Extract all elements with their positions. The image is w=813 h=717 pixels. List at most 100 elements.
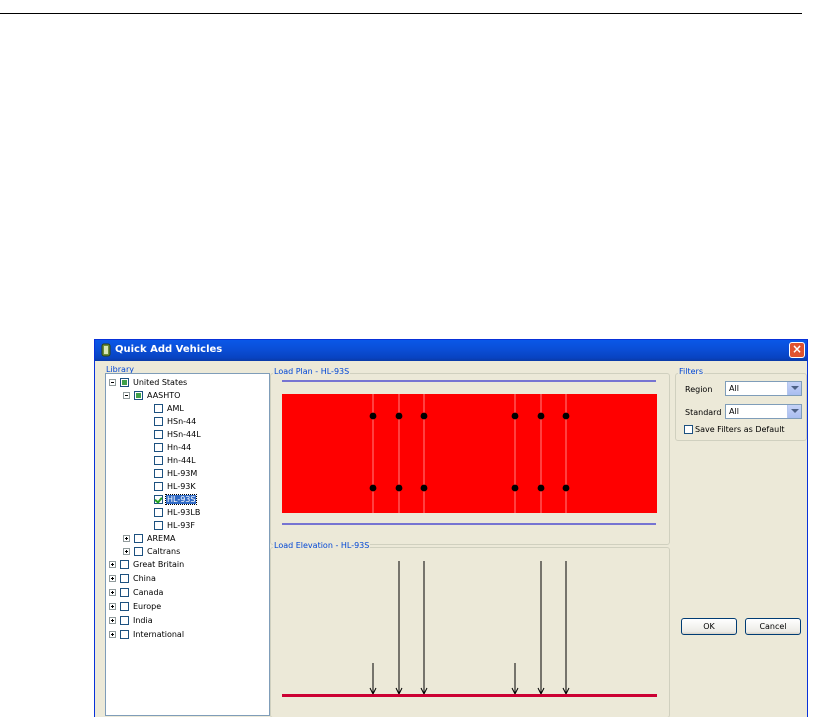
region-select[interactable]: All: [725, 381, 802, 396]
tree-item-checkbox[interactable]: [154, 455, 163, 465]
tree-item[interactable]: China: [109, 572, 157, 584]
tree-item-checkbox[interactable]: [154, 520, 163, 530]
load-plan-diagram: [282, 380, 657, 525]
expand-plus-icon[interactable]: [109, 588, 116, 596]
collapse-minus-icon[interactable]: [123, 391, 130, 399]
tree-item-label: HSn-44L: [167, 429, 201, 439]
cancel-button[interactable]: Cancel: [745, 618, 801, 635]
wheel-dot: [420, 484, 428, 492]
tree-item-label: Hn-44: [167, 442, 192, 452]
load-elevation-diagram: [282, 561, 657, 697]
tree-item-checkbox[interactable]: [134, 546, 143, 556]
wheel-dot: [395, 412, 403, 420]
wheel-dot: [511, 484, 519, 492]
title-bar[interactable]: Quick Add Vehicles ×: [95, 340, 807, 361]
tree-item[interactable]: AASHTO: [123, 389, 181, 401]
tree-item[interactable]: Hn-44L: [154, 454, 197, 466]
tree-item[interactable]: AREMA: [123, 532, 176, 544]
tree-item-checkbox[interactable]: [120, 573, 129, 583]
tree-item-label: HSn-44: [167, 416, 197, 426]
tree-item-label: HL-93S: [164, 493, 198, 505]
expand-plus-icon[interactable]: [109, 560, 116, 568]
tree-item-label: United States: [133, 377, 188, 387]
quick-add-vehicles-dialog: Quick Add Vehicles × Library United Stat…: [94, 339, 808, 717]
save-filters-default-option[interactable]: Save Filters as Default: [684, 425, 785, 434]
tree-item[interactable]: HSn-44L: [154, 428, 202, 440]
tree-item-label: Canada: [133, 587, 164, 597]
app-icon: [101, 343, 111, 357]
standard-select-value: All: [729, 407, 739, 416]
tree-item[interactable]: Europe: [109, 600, 162, 612]
tree-item-checkbox[interactable]: [120, 559, 129, 569]
save-filters-default-checkbox[interactable]: [684, 425, 693, 434]
tree-item-label: China: [133, 573, 156, 583]
tree-item-label: HL-93F: [167, 520, 195, 530]
region-select-value: All: [729, 384, 739, 393]
ground-line: [282, 694, 657, 697]
tree-item-checkbox[interactable]: [154, 494, 163, 504]
tree-item-checkbox[interactable]: [120, 615, 129, 625]
wheel-dot: [369, 412, 377, 420]
standard-label: Standard: [685, 408, 722, 417]
wheel-dot: [395, 484, 403, 492]
tree-item-checkbox[interactable]: [120, 377, 129, 387]
tree-item-checkbox[interactable]: [154, 403, 163, 413]
tree-item-checkbox[interactable]: [154, 507, 163, 517]
tree-item[interactable]: HSn-44: [154, 415, 197, 427]
tree-item[interactable]: United States: [109, 376, 188, 388]
tree-item-label: Caltrans: [147, 546, 181, 556]
expand-plus-icon[interactable]: [123, 534, 130, 542]
tree-item[interactable]: HL-93LB: [154, 506, 201, 518]
tree-item-checkbox[interactable]: [134, 533, 143, 543]
expand-plus-icon[interactable]: [109, 602, 116, 610]
window-title: Quick Add Vehicles: [115, 344, 223, 355]
tree-item[interactable]: HL-93F: [154, 519, 196, 531]
tree-item[interactable]: Hn-44: [154, 441, 192, 453]
tree-item-checkbox[interactable]: [134, 390, 143, 400]
tree-item-label: AASHTO: [147, 390, 181, 400]
tree-item-checkbox[interactable]: [154, 481, 163, 491]
tree-item[interactable]: Canada: [109, 586, 164, 598]
tree-item-checkbox[interactable]: [154, 468, 163, 478]
save-filters-default-label: Save Filters as Default: [695, 425, 785, 434]
wheel-dot: [511, 412, 519, 420]
region-dropdown-button[interactable]: [787, 382, 801, 395]
wheel-dot: [562, 484, 570, 492]
collapse-minus-icon[interactable]: [109, 378, 116, 386]
tree-item-checkbox[interactable]: [120, 587, 129, 597]
tree-item-label: AREMA: [147, 533, 176, 543]
ok-button[interactable]: OK: [681, 618, 737, 635]
tree-item[interactable]: International: [109, 628, 185, 640]
close-button[interactable]: ×: [789, 342, 805, 358]
tree-item[interactable]: HL-93S: [154, 493, 198, 505]
tree-item-checkbox[interactable]: [154, 429, 163, 439]
tree-item[interactable]: Great Britain: [109, 558, 185, 570]
wheel-dot: [537, 412, 545, 420]
tree-item-checkbox[interactable]: [154, 442, 163, 452]
expand-plus-icon[interactable]: [123, 547, 130, 555]
tree-item[interactable]: HL-93K: [154, 480, 197, 492]
deck-area: [282, 394, 657, 513]
tree-item-checkbox[interactable]: [120, 601, 129, 611]
standard-select[interactable]: All: [725, 404, 802, 419]
tree-item[interactable]: Caltrans: [123, 545, 181, 557]
library-tree[interactable]: United States AASHTO AML HSn-44 HSn-44L Hn-44…: [105, 373, 270, 716]
page-top-rule: [0, 13, 802, 14]
tree-item-label: AML: [167, 403, 184, 413]
wheel-dot: [537, 484, 545, 492]
tree-item-label: Europe: [133, 601, 162, 611]
tree-item[interactable]: India: [109, 614, 154, 626]
chevron-down-icon: [791, 409, 799, 413]
tree-item-checkbox[interactable]: [120, 629, 129, 639]
tree-item[interactable]: HL-93M: [154, 467, 198, 479]
tree-item[interactable]: AML: [154, 402, 185, 414]
tree-item-label: Hn-44L: [167, 455, 196, 465]
tree-item-label: HL-93K: [167, 481, 196, 491]
tree-item-checkbox[interactable]: [154, 416, 163, 426]
expand-plus-icon[interactable]: [109, 574, 116, 582]
tree-item-label: HL-93M: [167, 468, 198, 478]
tree-item-label: India: [133, 615, 153, 625]
expand-plus-icon[interactable]: [109, 630, 116, 638]
expand-plus-icon[interactable]: [109, 616, 116, 624]
standard-dropdown-button[interactable]: [787, 405, 801, 418]
